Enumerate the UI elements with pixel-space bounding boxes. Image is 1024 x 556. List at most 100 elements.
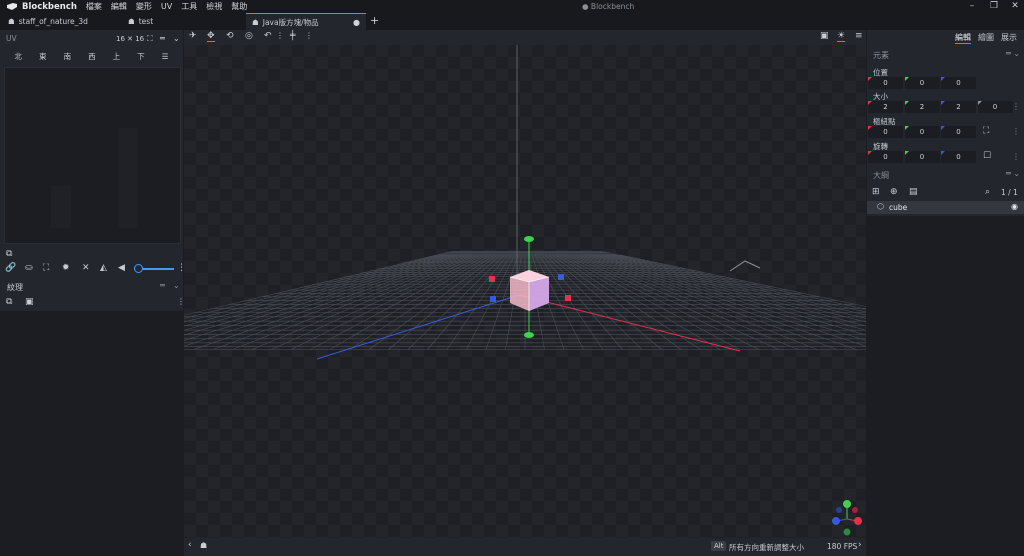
scene-canvas[interactable] — [184, 45, 866, 538]
face-east[interactable]: 東 — [39, 51, 47, 62]
pivot-icon[interactable]: ◎ — [245, 31, 253, 41]
resize-handle-z-front[interactable] — [490, 296, 496, 302]
viewport[interactable]: ✈ ✥ ⟲ ◎ ↶ ⋮ ╪ ⋮ ▣ ☀ ≡ ‹ ☗ Alt 所有方向重新調整大小… — [184, 30, 866, 556]
rotation-x-input[interactable]: 0 — [868, 151, 903, 163]
vertex-snap-icon[interactable]: ✈ — [189, 31, 197, 41]
menu-uv[interactable]: UV — [161, 2, 172, 11]
position-y-input[interactable]: 0 — [904, 77, 940, 89]
menu-bar: Blockbench 檔案 編輯 變形 UV 工具 檢視 幫助 ● Blockb… — [0, 0, 1024, 13]
more-icon[interactable]: ⋮ — [276, 31, 284, 40]
transform-space-icon[interactable]: ╪ — [290, 31, 295, 41]
center-pivot-icon[interactable]: ⛶ — [983, 126, 989, 136]
pivot-z-input[interactable]: 0 — [941, 126, 976, 138]
face-west[interactable]: 西 — [88, 51, 96, 62]
collapse-icon[interactable]: ═ ⌄ — [1006, 169, 1020, 178]
chevron-down-icon[interactable]: ⌄ — [173, 34, 180, 43]
more-icon[interactable]: ⋮ — [305, 31, 313, 40]
menu-file[interactable]: 檔案 — [86, 1, 102, 12]
more-icon[interactable]: ⋮ — [1012, 127, 1020, 136]
maximize-icon[interactable]: ❐ — [988, 1, 1000, 11]
rotate-uv-icon[interactable]: ◀ — [118, 263, 125, 273]
face-options-icon[interactable]: ☰ — [162, 52, 169, 61]
size-y-input[interactable]: 2 — [904, 101, 940, 113]
face-down[interactable]: 下 — [137, 51, 145, 62]
size-x-input[interactable]: 2 — [868, 101, 903, 113]
face-up[interactable]: 上 — [113, 51, 121, 62]
blockbench-logo-icon — [7, 3, 17, 10]
outliner-options-icon[interactable]: ▤ — [909, 187, 918, 197]
create-texture-icon[interactable]: ▣ — [25, 297, 34, 307]
uv-editor-canvas[interactable] — [4, 67, 181, 244]
minimize-icon[interactable]: – — [966, 1, 978, 11]
menu-transform[interactable]: 變形 — [136, 1, 152, 12]
mode-display[interactable]: 展示 — [1001, 32, 1017, 43]
collapse-icon[interactable]: ═ — [160, 34, 165, 43]
uv-size[interactable]: 16 ✕ 16 — [116, 35, 144, 43]
maximize-uv-icon[interactable]: ⛶ — [43, 263, 49, 273]
collapse-icon[interactable]: ═ — [160, 281, 165, 290]
lighting-icon[interactable]: ☀ — [837, 31, 846, 42]
uv-title: UV — [6, 34, 17, 43]
search-icon[interactable]: ⌕ — [985, 187, 990, 197]
texture-list[interactable] — [0, 311, 183, 556]
uv-slider-knob[interactable] — [134, 264, 143, 273]
chevron-down-icon[interactable]: ⌄ — [173, 281, 180, 290]
face-south[interactable]: 南 — [64, 51, 72, 62]
collapse-icon[interactable]: ═ ⌄ — [1006, 49, 1020, 58]
rotation-inputs: 0 0 0 — [868, 151, 978, 163]
menu-help[interactable]: 幫助 — [231, 1, 247, 12]
inflate-input[interactable]: 0 — [977, 101, 1013, 113]
cube-model[interactable] — [509, 270, 550, 311]
viewport-toolbar: ✈ ✥ ⟲ ◎ ↶ ⋮ ╪ ⋮ ▣ ☀ ≡ — [184, 30, 866, 45]
resize-handle-y-top[interactable] — [524, 236, 534, 242]
copy-icon[interactable]: ⧉ — [6, 249, 12, 259]
menu-tools[interactable]: 工具 — [181, 1, 197, 12]
add-group-icon[interactable]: ⊕ — [890, 187, 898, 197]
more-icon[interactable]: ⋮ — [1012, 152, 1020, 161]
mode-paint[interactable]: 繪圖 — [978, 32, 994, 43]
resize-handle-z-back[interactable] — [558, 274, 564, 280]
outliner-list[interactable] — [867, 216, 1024, 556]
mode-edit[interactable]: 編輯 — [955, 32, 971, 44]
eye-icon[interactable]: ◉ — [1011, 202, 1018, 211]
outliner-item-cube[interactable]: ⬡ cube ◉ — [867, 201, 1024, 214]
tab-label: test — [138, 17, 154, 26]
rotation-y-input[interactable]: 0 — [904, 151, 940, 163]
import-texture-icon[interactable]: ⧉ — [6, 297, 12, 307]
screenshot-icon[interactable]: ▣ — [820, 31, 829, 41]
resize-handle-y-bottom[interactable] — [524, 332, 534, 338]
more-icon[interactable]: ⋮ — [1012, 102, 1020, 111]
uv-toolbar: 🔗 ⛀ ⛶ ✹ ✕ ◭ ◀ ⋮ — [0, 262, 186, 278]
undo-icon[interactable]: ↶ — [264, 31, 272, 41]
tab-java-block-item[interactable]: ☗ Java版方塊/物品 ● — [246, 13, 366, 30]
paint-bucket-icon[interactable]: ⛀ — [25, 263, 33, 273]
clear-icon[interactable]: ✕ — [82, 263, 90, 273]
rotation-checkbox[interactable]: ☐ — [983, 151, 991, 161]
resize-handle-x-right[interactable] — [565, 295, 571, 301]
move-icon[interactable]: ✥ — [207, 31, 215, 42]
chevron-left-icon[interactable]: ‹ — [188, 540, 192, 550]
rotate-icon[interactable]: ⟲ — [226, 31, 234, 41]
right-panel: 編輯 繪圖 展示 元素 ═ ⌄ 位置 0 0 0 大小 2 2 2 0 ⋮ 樞紐… — [867, 30, 1024, 556]
mirror-icon[interactable]: ◭ — [100, 263, 107, 273]
rotation-z-input[interactable]: 0 — [941, 151, 976, 163]
fullscreen-icon[interactable]: ⛶ — [147, 34, 153, 44]
tab-staff-of-nature[interactable]: ☗ staff_of_nature_3d — [8, 13, 88, 30]
add-cube-icon[interactable]: ⊞ — [872, 187, 880, 197]
face-north[interactable]: 北 — [15, 51, 23, 62]
new-tab-button[interactable]: + — [370, 14, 379, 27]
chevron-right-icon[interactable]: › — [858, 540, 862, 550]
position-z-input[interactable]: 0 — [941, 77, 976, 89]
auto-uv-icon[interactable]: ✹ — [62, 263, 70, 273]
menu-view[interactable]: 檢視 — [206, 1, 222, 12]
close-icon[interactable]: ✕ — [1009, 1, 1021, 11]
link-icon[interactable]: 🔗 — [5, 263, 16, 273]
pivot-x-input[interactable]: 0 — [868, 126, 903, 138]
menu-icon[interactable]: ≡ — [855, 31, 863, 41]
position-x-input[interactable]: 0 — [868, 77, 903, 89]
resize-handle-x-left[interactable] — [489, 276, 495, 282]
tab-test[interactable]: ☗ test — [128, 13, 153, 30]
menu-edit[interactable]: 編輯 — [111, 1, 127, 12]
pivot-y-input[interactable]: 0 — [904, 126, 940, 138]
size-z-input[interactable]: 2 — [941, 101, 976, 113]
